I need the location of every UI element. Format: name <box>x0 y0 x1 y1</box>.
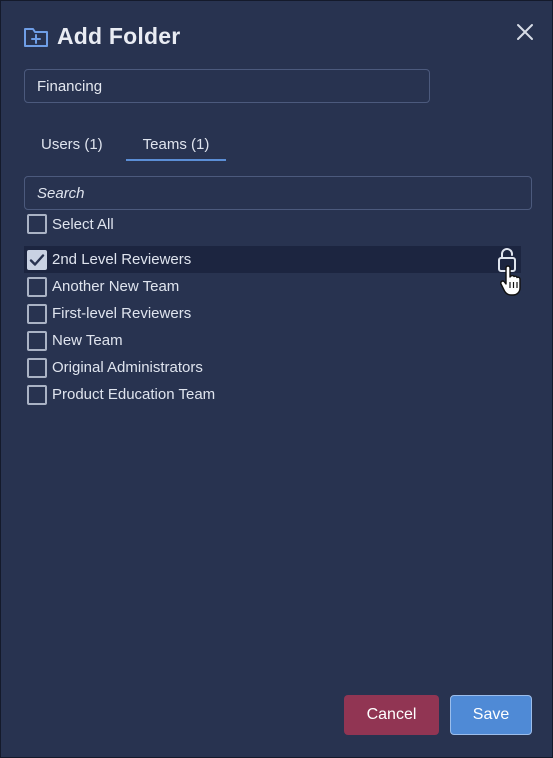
search-input[interactable] <box>24 176 532 210</box>
save-button[interactable]: Save <box>450 695 532 735</box>
folder-plus-icon <box>23 24 49 50</box>
checkbox[interactable] <box>27 384 47 405</box>
select-all-checkbox[interactable] <box>27 214 47 234</box>
list-item[interactable]: 2nd Level Reviewers <box>24 246 521 273</box>
team-list: 2nd Level Reviewers Another New Team Fir… <box>24 246 521 408</box>
team-label: Product Education Team <box>52 386 216 403</box>
cancel-button[interactable]: Cancel <box>344 695 439 735</box>
team-label: First-level Reviewers <box>52 305 192 322</box>
dialog-title: Add Folder <box>57 23 181 49</box>
tab-bar: Users (1) Teams (1) <box>24 132 227 161</box>
select-all-label: Select All <box>52 215 114 233</box>
team-label: Another New Team <box>52 278 180 295</box>
list-item[interactable]: Another New Team <box>24 273 521 300</box>
add-folder-dialog: Add Folder Users (1) Teams (1) Select Al… <box>0 0 553 758</box>
select-all-row[interactable]: Select All <box>27 212 114 236</box>
team-label: Original Administrators <box>52 359 203 376</box>
folder-name-input[interactable] <box>24 69 430 103</box>
unlock-icon[interactable] <box>497 247 517 273</box>
dialog-header: Add Folder <box>23 23 180 50</box>
checkbox[interactable] <box>27 303 47 324</box>
team-label: 2nd Level Reviewers <box>52 251 192 268</box>
checkbox[interactable] <box>27 357 47 378</box>
list-item[interactable]: New Team <box>24 327 521 354</box>
checkbox[interactable] <box>27 276 47 297</box>
team-label: New Team <box>52 332 123 349</box>
tab-users[interactable]: Users (1) <box>24 132 120 161</box>
close-icon[interactable] <box>514 21 536 43</box>
tab-teams[interactable]: Teams (1) <box>125 132 227 161</box>
list-item[interactable]: Product Education Team <box>24 381 521 408</box>
list-item[interactable]: Original Administrators <box>24 354 521 381</box>
checkmark-icon <box>29 253 45 266</box>
list-item[interactable]: First-level Reviewers <box>24 300 521 327</box>
checkbox[interactable] <box>27 249 47 270</box>
checkbox[interactable] <box>27 330 47 351</box>
